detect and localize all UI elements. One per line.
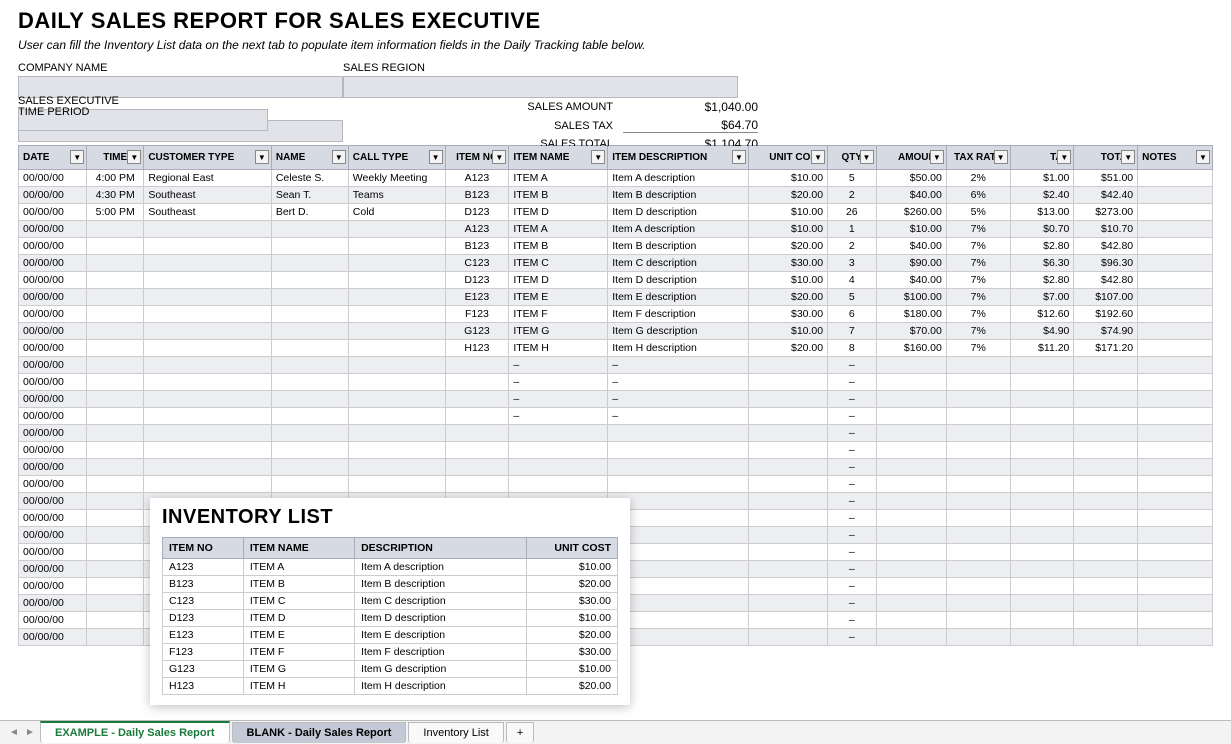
tracking-header-qty: QTY▼ <box>828 146 876 170</box>
list-item[interactable]: H123ITEM HItem H description$20.00 <box>163 678 618 695</box>
inventory-header-item-no: ITEM NO <box>163 538 244 559</box>
filter-dropdown-icon[interactable]: ▼ <box>332 150 346 164</box>
tab-nav-next-icon[interactable]: ► <box>22 725 38 741</box>
sheet-tabs: ◄ ► EXAMPLE - Daily Sales ReportBLANK - … <box>0 720 1231 744</box>
inventory-header-description: DESCRIPTION <box>355 538 527 559</box>
table-row[interactable]: 00/00/00F123ITEM FItem F description$30.… <box>19 306 1213 323</box>
table-row[interactable]: 00/00/005:00 PMSoutheastBert D.ColdD123I… <box>19 204 1213 221</box>
sales-region-label: SALES REGION <box>343 62 738 74</box>
filter-dropdown-icon[interactable]: ▼ <box>930 150 944 164</box>
table-row[interactable]: 00/00/00D123ITEM DItem D description$10.… <box>19 272 1213 289</box>
tracking-header-item-no: ITEM NO▼ <box>445 146 509 170</box>
table-row[interactable]: 00/00/00– <box>19 476 1213 493</box>
filter-dropdown-icon[interactable]: ▼ <box>127 150 141 164</box>
page-title: DAILY SALES REPORT FOR SALES EXECUTIVE <box>18 8 1213 34</box>
tracking-header-item-description: ITEM DESCRIPTION▼ <box>608 146 749 170</box>
table-row[interactable]: 00/00/00––– <box>19 374 1213 391</box>
tracking-header-amount: AMOUNT▼ <box>876 146 946 170</box>
sheet-tab[interactable]: EXAMPLE - Daily Sales Report <box>40 721 230 743</box>
filter-dropdown-icon[interactable]: ▼ <box>732 150 746 164</box>
inventory-title: INVENTORY LIST <box>162 506 618 529</box>
tracking-header-customer-type: CUSTOMER TYPE▼ <box>144 146 272 170</box>
table-row[interactable]: 00/00/00C123ITEM CItem C description$30.… <box>19 255 1213 272</box>
list-item[interactable]: G123ITEM GItem G description$10.00 <box>163 661 618 678</box>
tracking-header-time: TIME▼ <box>87 146 144 170</box>
inventory-panel: INVENTORY LIST ITEM NOITEM NAMEDESCRIPTI… <box>150 498 630 705</box>
company-name-label: COMPANY NAME <box>18 62 343 74</box>
sales-tax-value: $64.70 <box>623 118 758 133</box>
table-row[interactable]: 00/00/004:00 PMRegional EastCeleste S.We… <box>19 170 1213 187</box>
tracking-header-call-type: CALL TYPE▼ <box>348 146 445 170</box>
table-row[interactable]: 00/00/00G123ITEM GItem G description$10.… <box>19 323 1213 340</box>
list-item[interactable]: B123ITEM BItem B description$20.00 <box>163 576 618 593</box>
tracking-header-tax-rate: TAX RATE▼ <box>946 146 1010 170</box>
tracking-header-item-name: ITEM NAME▼ <box>509 146 608 170</box>
filter-dropdown-icon[interactable]: ▼ <box>1121 150 1135 164</box>
inventory-table: ITEM NOITEM NAMEDESCRIPTIONUNIT COST A12… <box>162 537 618 695</box>
table-row[interactable]: 00/00/00––– <box>19 391 1213 408</box>
list-item[interactable]: E123ITEM EItem E description$20.00 <box>163 627 618 644</box>
table-row[interactable]: 00/00/00H123ITEM HItem H description$20.… <box>19 340 1213 357</box>
tracking-header-total: TOTAL▼ <box>1074 146 1138 170</box>
table-row[interactable]: 00/00/00B123ITEM BItem B description$20.… <box>19 238 1213 255</box>
tracking-header-notes: NOTES▼ <box>1138 146 1213 170</box>
filter-dropdown-icon[interactable]: ▼ <box>255 150 269 164</box>
filter-dropdown-icon[interactable]: ▼ <box>860 150 874 164</box>
list-item[interactable]: F123ITEM FItem F description$30.00 <box>163 644 618 661</box>
filter-dropdown-icon[interactable]: ▼ <box>492 150 506 164</box>
sales-region-input[interactable] <box>343 76 738 98</box>
sales-tax-label: SALES TAX <box>18 120 623 132</box>
table-row[interactable]: 00/00/00E123ITEM EItem E description$20.… <box>19 289 1213 306</box>
table-row[interactable]: 00/00/00––– <box>19 357 1213 374</box>
filter-dropdown-icon[interactable]: ▼ <box>70 150 84 164</box>
tab-nav-prev-icon[interactable]: ◄ <box>6 725 22 741</box>
sheet-tab[interactable]: Inventory List <box>408 722 503 743</box>
list-item[interactable]: C123ITEM CItem C description$30.00 <box>163 593 618 610</box>
inventory-header-unit-cost: UNIT COST <box>526 538 617 559</box>
filter-dropdown-icon[interactable]: ▼ <box>994 150 1008 164</box>
table-row[interactable]: 00/00/00– <box>19 442 1213 459</box>
filter-dropdown-icon[interactable]: ▼ <box>429 150 443 164</box>
table-row[interactable]: 00/00/00– <box>19 425 1213 442</box>
tracking-header-unit-cost: UNIT COST▼ <box>748 146 827 170</box>
tracking-header-name: NAME▼ <box>271 146 348 170</box>
list-item[interactable]: A123ITEM AItem A description$10.00 <box>163 559 618 576</box>
table-row[interactable]: 00/00/00––– <box>19 408 1213 425</box>
sales-amount-value: $1,040.00 <box>623 100 758 114</box>
list-item[interactable]: D123ITEM DItem D description$10.00 <box>163 610 618 627</box>
filter-dropdown-icon[interactable]: ▼ <box>1057 150 1071 164</box>
table-row[interactable]: 00/00/00A123ITEM AItem A description$10.… <box>19 221 1213 238</box>
page-description: User can fill the Inventory List data on… <box>18 38 1213 52</box>
filter-dropdown-icon[interactable]: ▼ <box>811 150 825 164</box>
sheet-tab[interactable]: BLANK - Daily Sales Report <box>232 722 407 743</box>
filter-dropdown-icon[interactable]: ▼ <box>1196 150 1210 164</box>
tracking-header-tax: TAX▼ <box>1010 146 1074 170</box>
tracking-header-date: DATE▼ <box>19 146 87 170</box>
filter-dropdown-icon[interactable]: ▼ <box>591 150 605 164</box>
table-row[interactable]: 00/00/00– <box>19 459 1213 476</box>
table-row[interactable]: 00/00/004:30 PMSoutheastSean T.TeamsB123… <box>19 187 1213 204</box>
inventory-header-item-name: ITEM NAME <box>243 538 354 559</box>
add-sheet-button[interactable]: + <box>506 722 534 743</box>
